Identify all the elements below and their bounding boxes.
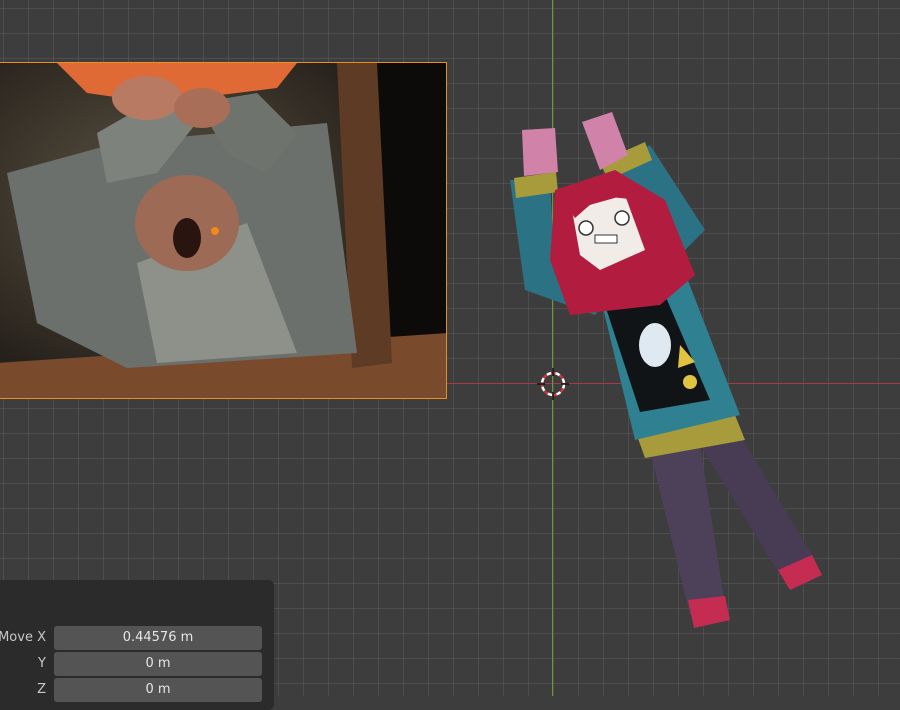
move-x-field[interactable]: 0.44576 m xyxy=(54,626,262,650)
move-z-row: Z 0 m xyxy=(0,678,274,702)
move-z-label: Z xyxy=(37,682,46,697)
move-y-label: Y xyxy=(38,656,46,671)
move-z-field[interactable]: 0 m xyxy=(54,678,262,702)
move-x-label: Move X xyxy=(0,630,46,645)
adjust-last-operation-panel: Move X 0.44576 m Y 0 m Z 0 m xyxy=(0,580,274,710)
move-y-row: Y 0 m xyxy=(0,652,274,676)
reference-image[interactable] xyxy=(0,62,447,399)
move-x-row: Move X 0.44576 m xyxy=(0,626,274,650)
character-model[interactable] xyxy=(500,100,830,640)
move-y-field[interactable]: 0 m xyxy=(54,652,262,676)
